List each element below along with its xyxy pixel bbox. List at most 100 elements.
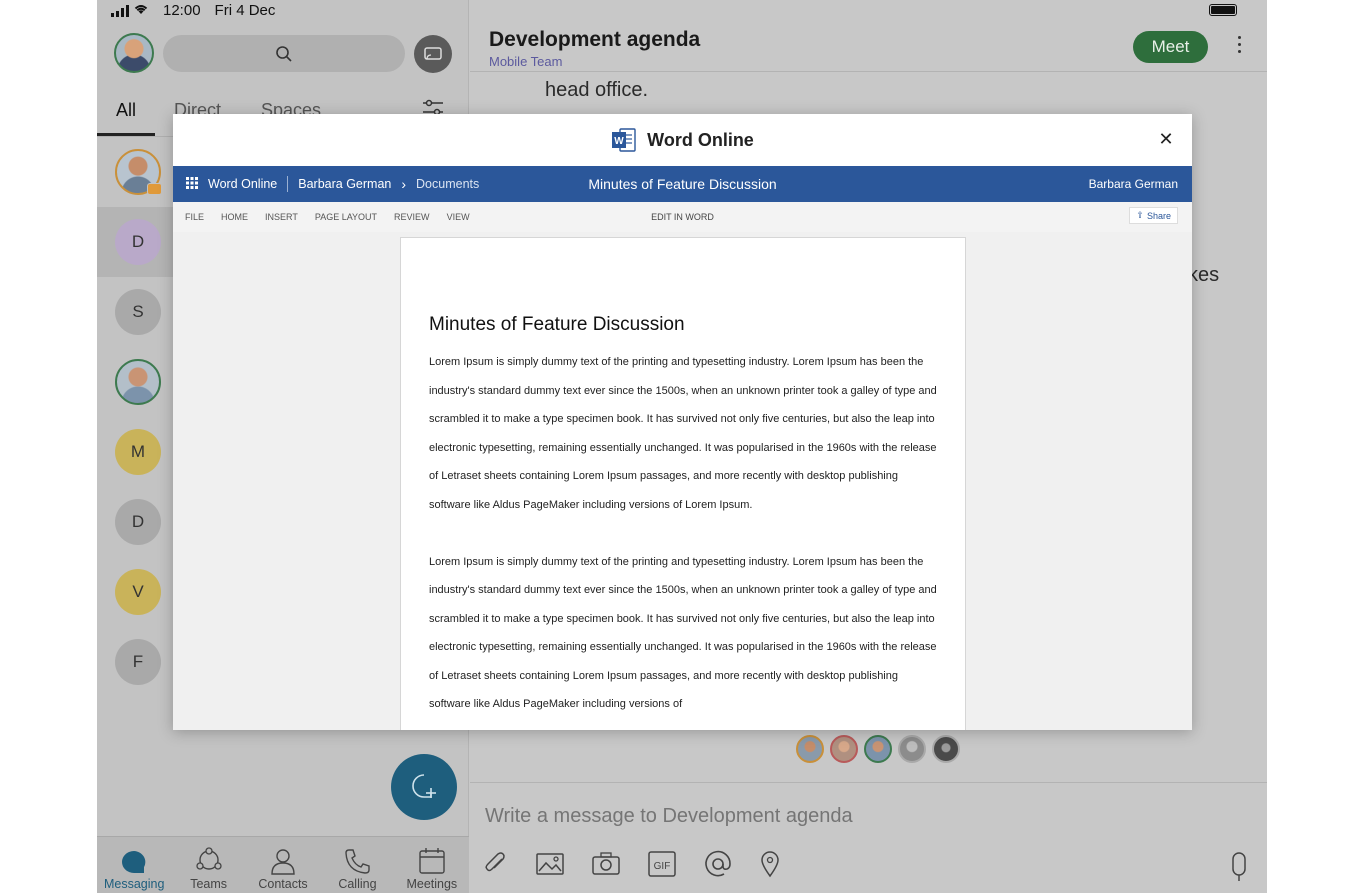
meet-button[interactable]: Meet [1133,31,1208,63]
screen-share-button[interactable] [414,35,452,73]
conversation-header: Development agenda Mobile Team Meet [470,0,1267,72]
avatar [932,735,960,763]
bottom-navigation: Messaging Teams Contacts Calling Meeting… [97,836,469,893]
edit-in-word-button[interactable]: EDIT IN WORD [651,212,714,222]
meetings-icon [419,848,445,874]
status-time: 12:00 [163,2,201,19]
breadcrumb-user[interactable]: Barbara German [298,177,391,191]
svg-text:GIF: GIF [654,861,671,872]
calling-icon [345,849,371,874]
menu-home[interactable]: HOME [221,212,248,222]
document-name: Minutes of Feature Discussion [588,176,777,192]
share-button[interactable]: ⇪ Share [1129,207,1178,224]
camera-icon[interactable] [591,851,621,882]
document-heading: Minutes of Feature Discussion [429,314,685,335]
avatar: D [115,499,161,545]
avatar [830,735,858,763]
menu-review[interactable]: REVIEW [394,212,430,222]
account-name[interactable]: Barbara German [1089,177,1178,191]
avatar [115,359,161,405]
attachment-icon[interactable] [483,851,509,882]
avatar-initial: D [131,232,145,251]
message-input[interactable] [485,805,1185,828]
nav-calling[interactable]: Calling [320,837,394,893]
nav-teams[interactable]: Teams [171,837,245,893]
avatar: D [115,219,161,265]
modal-title: Word Online [647,129,754,150]
modal-header: W Word Online ✕ [173,114,1192,166]
nav-label: Teams [190,877,228,891]
avatar: V [115,569,161,615]
avatar-initial: V [132,582,144,601]
cast-icon [424,47,442,60]
video-badge-icon [147,183,162,195]
microphone-icon[interactable] [1230,851,1248,888]
message-text: kes [1188,264,1220,286]
nav-label: Contacts [258,877,308,891]
space-title: Development agenda [489,28,701,51]
location-icon[interactable] [759,850,781,883]
avatar-initial: S [132,302,144,321]
image-icon[interactable] [535,851,565,882]
gif-icon[interactable]: GIF [647,850,677,883]
document-paragraph: Lorem Ipsum is simply dummy text of the … [429,356,937,511]
close-icon[interactable]: ✕ [1154,127,1178,151]
menu-file[interactable]: FILE [185,212,204,222]
nav-meetings[interactable]: Meetings [395,837,469,893]
mention-icon[interactable] [703,849,733,884]
status-bar: 12:00 Fri 4 Dec [111,2,275,19]
chevron-right-icon: › [401,176,407,192]
avatar [864,735,892,763]
nav-label: Calling [338,877,377,891]
avatar [898,735,926,763]
share-label: Share [1146,210,1171,221]
compose-toolbar: GIF [483,849,781,884]
search-bar[interactable] [163,35,405,72]
nav-label: Messaging [103,877,165,891]
contacts-icon [271,849,295,875]
document-paragraph: Lorem Ipsum is simply dummy text of the … [429,555,937,711]
word-logo-icon: W [612,128,636,152]
nav-contacts[interactable]: Contacts [246,837,320,893]
more-options-icon[interactable] [1238,36,1242,53]
app-name[interactable]: Word Online [208,177,277,191]
word-ribbon: FILE HOME INSERT PAGE LAYOUT REVIEW VIEW… [173,202,1192,232]
new-chat-icon [412,774,436,798]
nav-messaging[interactable]: Messaging [97,837,171,893]
avatar: M [115,429,161,475]
messaging-icon [122,851,146,873]
battery-icon [1209,4,1237,16]
compose-area: GIF [470,782,1267,893]
teams-icon [195,847,222,870]
nav-label: Meetings [406,877,458,891]
menu-view[interactable]: VIEW [447,212,470,222]
avatar-initial: F [132,652,144,671]
divider [287,176,289,192]
avatar [796,735,824,763]
new-conversation-button[interactable] [391,754,457,820]
tab-all[interactable]: All [116,100,136,121]
search-icon [276,45,292,62]
my-avatar[interactable] [114,33,154,73]
avatar: S [115,289,161,335]
menu-page-layout[interactable]: PAGE LAYOUT [315,212,377,222]
read-receipts [796,735,960,763]
signal-icon [111,4,129,17]
document-body: Lorem Ipsum is simply dummy text of the … [429,348,941,730]
status-date: Fri 4 Dec [214,2,276,19]
wifi-icon [133,3,149,18]
avatar-initial: D [131,512,145,531]
menu-insert[interactable]: INSERT [265,212,298,222]
team-name-link[interactable]: Mobile Team [489,54,562,69]
word-app-bar: Word Online Barbara German › Documents M… [173,166,1192,202]
word-online-modal: W Word Online ✕ Word Online Barbara Germ… [173,114,1192,730]
app-launcher-icon[interactable] [186,176,198,192]
share-icon: ⇪ [1136,210,1144,220]
document-canvas[interactable]: Minutes of Feature Discussion Lorem Ipsu… [173,232,1192,730]
message-text: head office. [545,79,649,101]
svg-text:W: W [614,136,624,147]
breadcrumb-folder[interactable]: Documents [416,177,479,191]
avatar-initial: M [130,442,146,461]
avatar: F [115,639,161,685]
document-page: Minutes of Feature Discussion Lorem Ipsu… [400,237,966,730]
